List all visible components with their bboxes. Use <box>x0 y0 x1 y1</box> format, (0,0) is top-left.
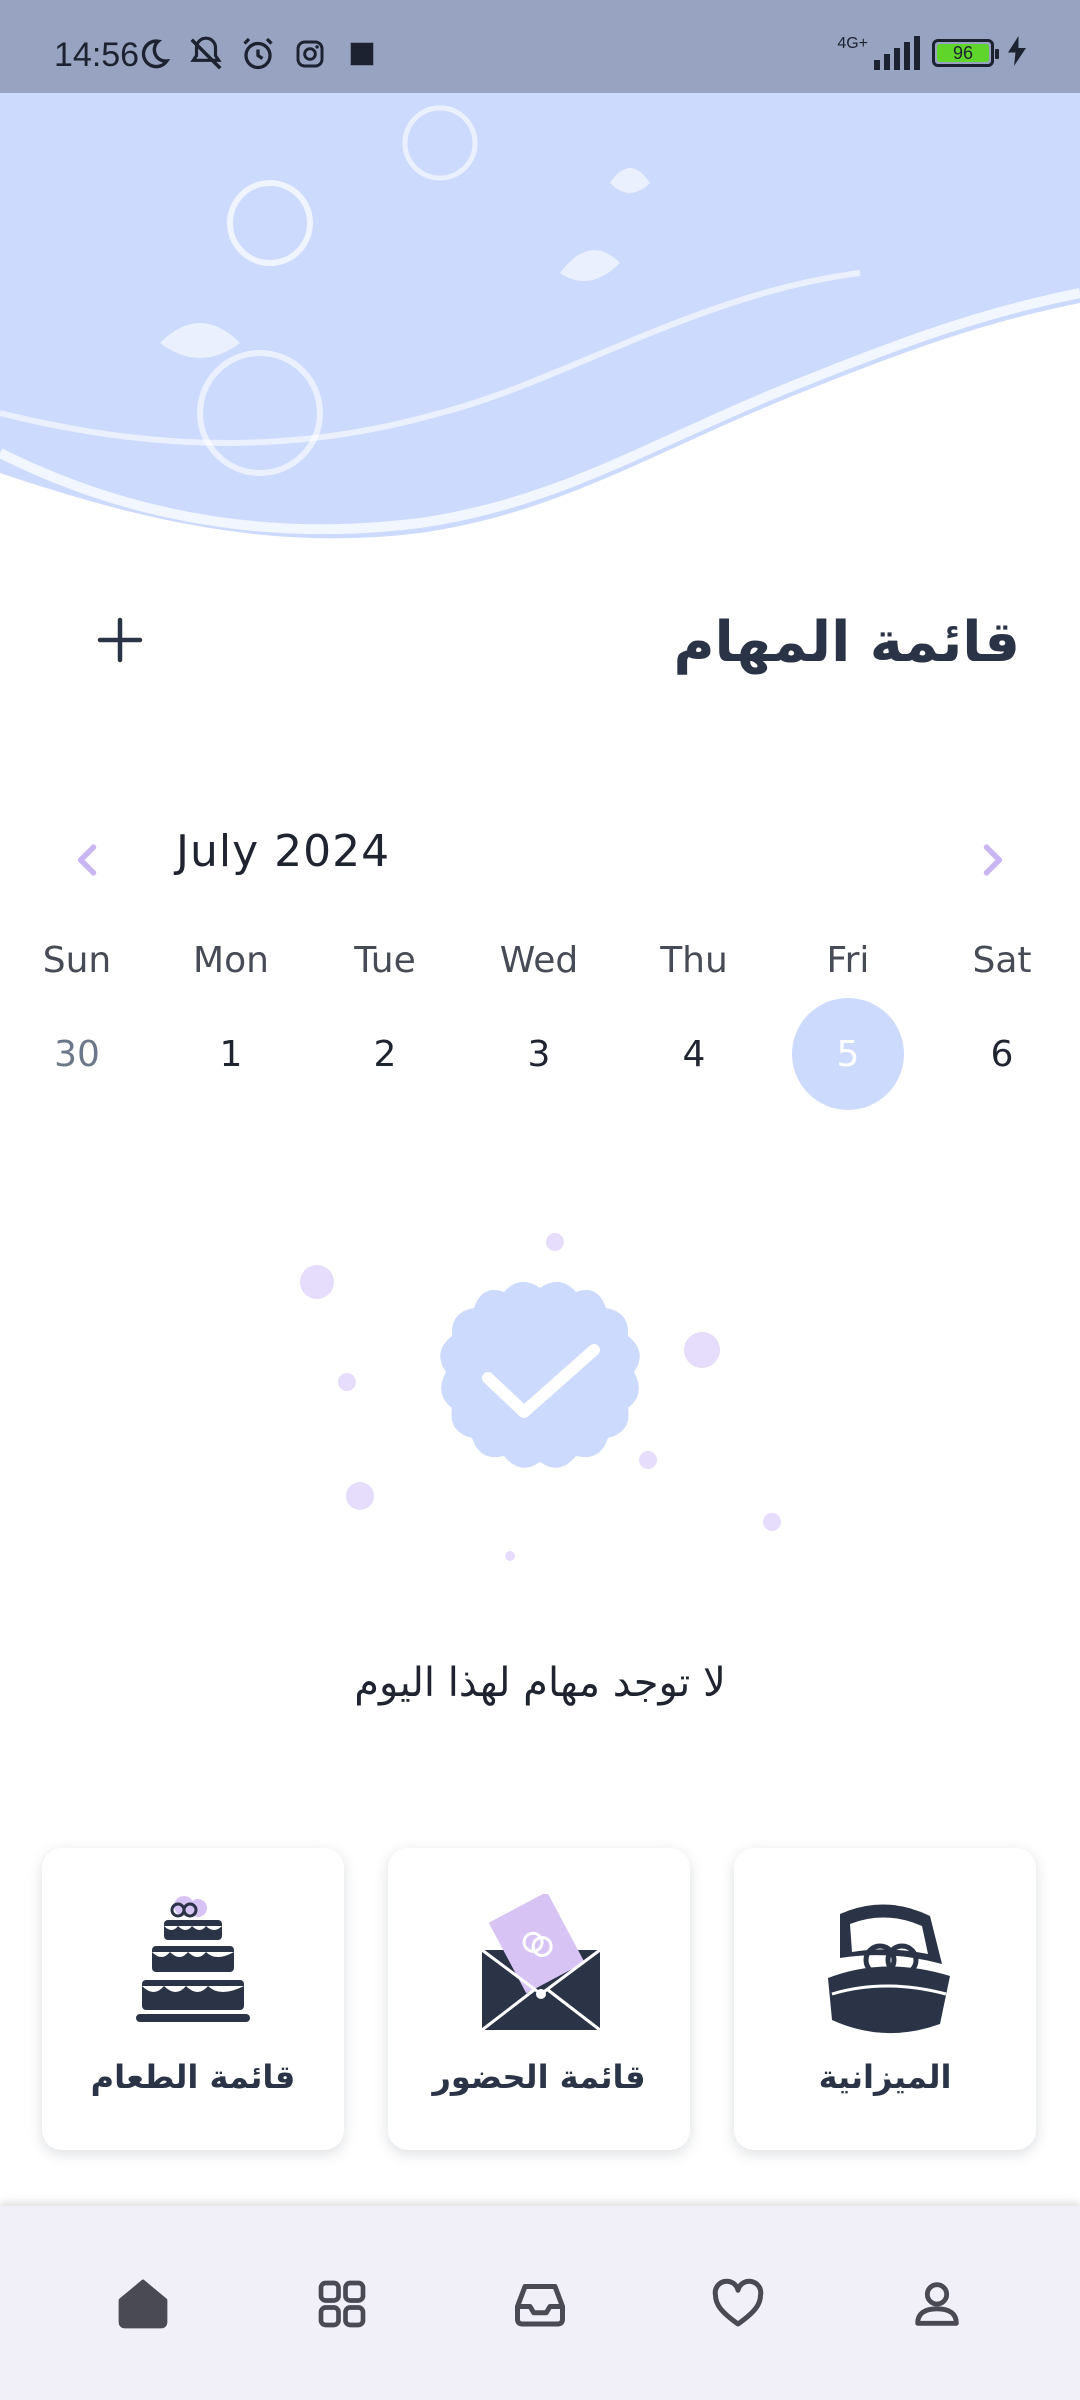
home-icon <box>118 2279 168 2329</box>
invitation-envelope-icon <box>481 1894 601 2032</box>
budget-card[interactable]: الميزانية <box>734 1848 1036 2150</box>
battery-level: 96 <box>952 42 974 63</box>
square-icon <box>342 34 382 74</box>
charging-icon <box>1006 36 1028 70</box>
status-icons-right: 4G+ 96 <box>837 36 1028 70</box>
weekday-tue: Tue <box>354 940 416 981</box>
add-task-button[interactable] <box>92 612 148 668</box>
weekday-sun: Sun <box>42 940 112 981</box>
calendar-days: 30 1 2 3 4 5 6 <box>0 998 1080 1110</box>
page-title: قائمة المهام <box>673 610 1020 675</box>
nav-categories[interactable] <box>310 2272 374 2336</box>
menu-card-label: قائمة الطعام <box>90 2058 296 2096</box>
chevron-left-icon <box>77 844 97 876</box>
budget-card-label: الميزانية <box>818 2058 952 2096</box>
grid-icon <box>318 2280 366 2328</box>
nav-home[interactable] <box>111 2272 175 2336</box>
chevron-right-icon <box>983 844 1003 876</box>
instagram-icon <box>290 34 330 74</box>
network-type: 4G+ <box>837 35 868 52</box>
feature-cards: قائمة الطعام قائمة الحضور الميزانية <box>42 1848 1038 2152</box>
calendar-day[interactable]: 30 <box>21 998 133 1110</box>
calendar-prev-button[interactable] <box>66 838 110 882</box>
nav-profile[interactable] <box>905 2272 969 2336</box>
moon-icon <box>134 34 174 74</box>
weekday-wed: Wed <box>499 940 579 981</box>
status-icons-left <box>134 34 382 74</box>
weekday-sat: Sat <box>972 940 1032 981</box>
plus-icon <box>97 617 143 663</box>
calendar-weekdays: Sun Mon Tue Wed Thu Fri Sat <box>0 940 1080 990</box>
nav-favorites[interactable] <box>706 2272 770 2336</box>
status-time: 14:56 <box>54 36 140 74</box>
calendar-day[interactable]: 1 <box>175 998 287 1110</box>
calendar-day[interactable]: 6 <box>946 998 1058 1110</box>
cake-icon <box>136 1896 250 2022</box>
calendar-month-label: July 2024 <box>176 826 391 877</box>
battery-icon: 96 <box>932 39 999 67</box>
header-decoration <box>0 93 1080 539</box>
calendar-header: July 2024 <box>0 820 1080 900</box>
vibrate-off-icon <box>186 34 226 74</box>
alarm-icon <box>238 34 278 74</box>
calendar-next-button[interactable] <box>970 838 1014 882</box>
empty-state-message: لا توجد مهام لهذا اليوم <box>354 1660 726 1706</box>
attendance-card-label: قائمة الحضور <box>432 2058 646 2096</box>
calendar-day-selected[interactable]: 5 <box>792 998 904 1110</box>
calendar-day[interactable]: 4 <box>638 998 750 1110</box>
check-badge-icon <box>300 1233 781 1561</box>
bottom-navigation <box>0 2206 1080 2400</box>
calendar-day[interactable]: 3 <box>483 998 595 1110</box>
weekday-mon: Mon <box>193 940 269 981</box>
status-bar: 14:56 4G+ 96 <box>0 0 1080 93</box>
ring-box-icon <box>828 1904 950 2034</box>
heart-icon <box>712 2278 764 2327</box>
nav-inbox[interactable] <box>508 2272 572 2336</box>
attendance-card[interactable]: قائمة الحضور <box>388 1848 690 2150</box>
menu-card[interactable]: قائمة الطعام <box>42 1848 344 2150</box>
signal-icon: 4G+ <box>837 36 920 70</box>
calendar-day[interactable]: 2 <box>329 998 441 1110</box>
profile-icon <box>915 2282 959 2326</box>
title-row: قائمة المهام <box>0 590 1080 690</box>
weekday-thu: Thu <box>660 940 728 981</box>
inbox-icon <box>515 2284 565 2327</box>
weekday-fri: Fri <box>826 940 870 981</box>
